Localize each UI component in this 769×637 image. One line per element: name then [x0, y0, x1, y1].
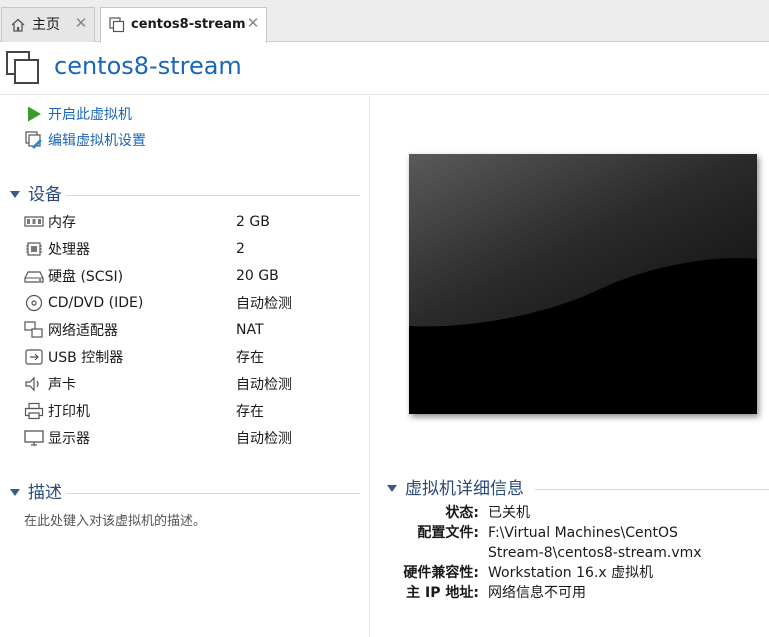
tab-home[interactable]: 主页 ✕ — [1, 7, 95, 42]
vm-preview-graphic — [409, 154, 757, 414]
device-value: 20 GB — [236, 268, 279, 284]
devices-section-title: 设备 — [28, 185, 62, 205]
play-icon — [28, 106, 41, 122]
divider — [66, 195, 360, 196]
display-icon — [24, 430, 44, 446]
device-name: USB 控制器 — [48, 350, 124, 366]
cpu-icon — [26, 242, 42, 256]
collapse-arrow-icon — [10, 489, 20, 496]
device-row-memory[interactable]: 内存 2 GB — [24, 212, 344, 232]
device-value: NAT — [236, 322, 264, 338]
vm-large-icon — [6, 51, 39, 84]
collapse-arrow-icon — [10, 191, 20, 198]
device-value: 自动检测 — [236, 296, 292, 312]
edit-settings-link[interactable]: 编辑虚拟机设置 — [25, 130, 146, 150]
detail-value: 已关机 — [488, 505, 530, 521]
divider — [535, 489, 769, 490]
home-icon — [11, 18, 25, 32]
description-section-title: 描述 — [28, 483, 62, 503]
device-name: 硬盘 (SCSI) — [48, 269, 124, 285]
device-name: CD/DVD (IDE) — [48, 295, 144, 311]
edit-settings-label: 编辑虚拟机设置 — [48, 133, 146, 149]
device-value: 存在 — [236, 350, 264, 366]
vm-header: centos8-stream — [0, 43, 769, 95]
detail-value: Workstation 16.x 虚拟机 — [488, 565, 654, 581]
page-title: centos8-stream — [54, 52, 242, 80]
device-value: 自动检测 — [236, 431, 292, 447]
usb-icon — [25, 349, 43, 365]
device-row-hard-disk[interactable]: 硬盘 (SCSI) 20 GB — [24, 266, 344, 286]
device-row-cpu[interactable]: 处理器 2 — [24, 239, 344, 259]
description-section-header[interactable]: 描述 — [8, 482, 360, 504]
printer-icon — [24, 402, 44, 420]
tab-home-label: 主页 — [32, 17, 60, 33]
device-row-display[interactable]: 显示器 自动检测 — [24, 428, 344, 448]
cd-dvd-icon — [25, 294, 43, 312]
detail-value: Stream-8\centos8-stream.vmx — [488, 545, 702, 561]
devices-section-header[interactable]: 设备 — [8, 184, 360, 206]
detail-label: 状态: — [445, 505, 479, 521]
detail-value: 网络信息不可用 — [488, 585, 586, 601]
tab-bar: 主页 ✕ centos8-stream ✕ — [0, 0, 769, 43]
device-row-cd-dvd[interactable]: CD/DVD (IDE) 自动检测 — [24, 293, 344, 313]
memory-icon — [24, 216, 44, 227]
sound-card-icon — [25, 376, 39, 392]
device-row-usb[interactable]: USB 控制器 存在 — [24, 347, 344, 367]
vm-icon — [109, 17, 125, 33]
collapse-arrow-icon — [387, 485, 397, 492]
divider — [66, 493, 360, 494]
tab-vm-label: centos8-stream — [131, 17, 246, 32]
power-on-link[interactable]: 开启此虚拟机 — [25, 104, 132, 124]
device-row-sound-card[interactable]: 声卡 自动检测 — [24, 374, 344, 394]
network-adapter-icon — [24, 321, 43, 338]
tab-vm[interactable]: centos8-stream ✕ — [100, 7, 267, 43]
tab-home-close-icon[interactable]: ✕ — [74, 16, 88, 31]
detail-label: 主 IP 地址: — [406, 585, 479, 601]
detail-value: F:\Virtual Machines\CentOS — [488, 525, 678, 541]
device-value: 2 — [236, 241, 245, 257]
hard-disk-icon — [24, 271, 44, 283]
edit-settings-icon — [25, 131, 42, 149]
description-input[interactable]: 在此处键入对该虚拟机的描述。 — [24, 510, 206, 529]
device-value: 自动检测 — [236, 377, 292, 393]
left-panel: 开启此虚拟机 编辑虚拟机设置 设备 内存 2 GB 处理器 2 硬盘 (SCSI… — [0, 96, 370, 637]
device-row-printer[interactable]: 打印机 存在 — [24, 401, 344, 421]
device-value: 2 GB — [236, 214, 270, 230]
detail-label: 硬件兼容性: — [403, 565, 479, 581]
details-section-title: 虚拟机详细信息 — [405, 479, 524, 499]
device-row-network-adapter[interactable]: 网络适配器 NAT — [24, 320, 344, 340]
device-name: 打印机 — [48, 404, 90, 420]
power-on-label: 开启此虚拟机 — [48, 107, 132, 123]
tab-vm-close-icon[interactable]: ✕ — [246, 16, 260, 31]
vm-screen-thumbnail[interactable] — [409, 154, 757, 414]
device-name: 处理器 — [48, 242, 90, 258]
device-name: 声卡 — [48, 377, 76, 393]
details-section-header[interactable]: 虚拟机详细信息 — [385, 478, 769, 500]
device-name: 内存 — [48, 215, 76, 231]
device-name: 显示器 — [48, 431, 90, 447]
right-panel: 虚拟机详细信息 状态: 已关机 配置文件: F:\Virtual Machine… — [371, 96, 769, 637]
device-value: 存在 — [236, 404, 264, 420]
device-name: 网络适配器 — [48, 323, 118, 339]
detail-label: 配置文件: — [417, 525, 479, 541]
